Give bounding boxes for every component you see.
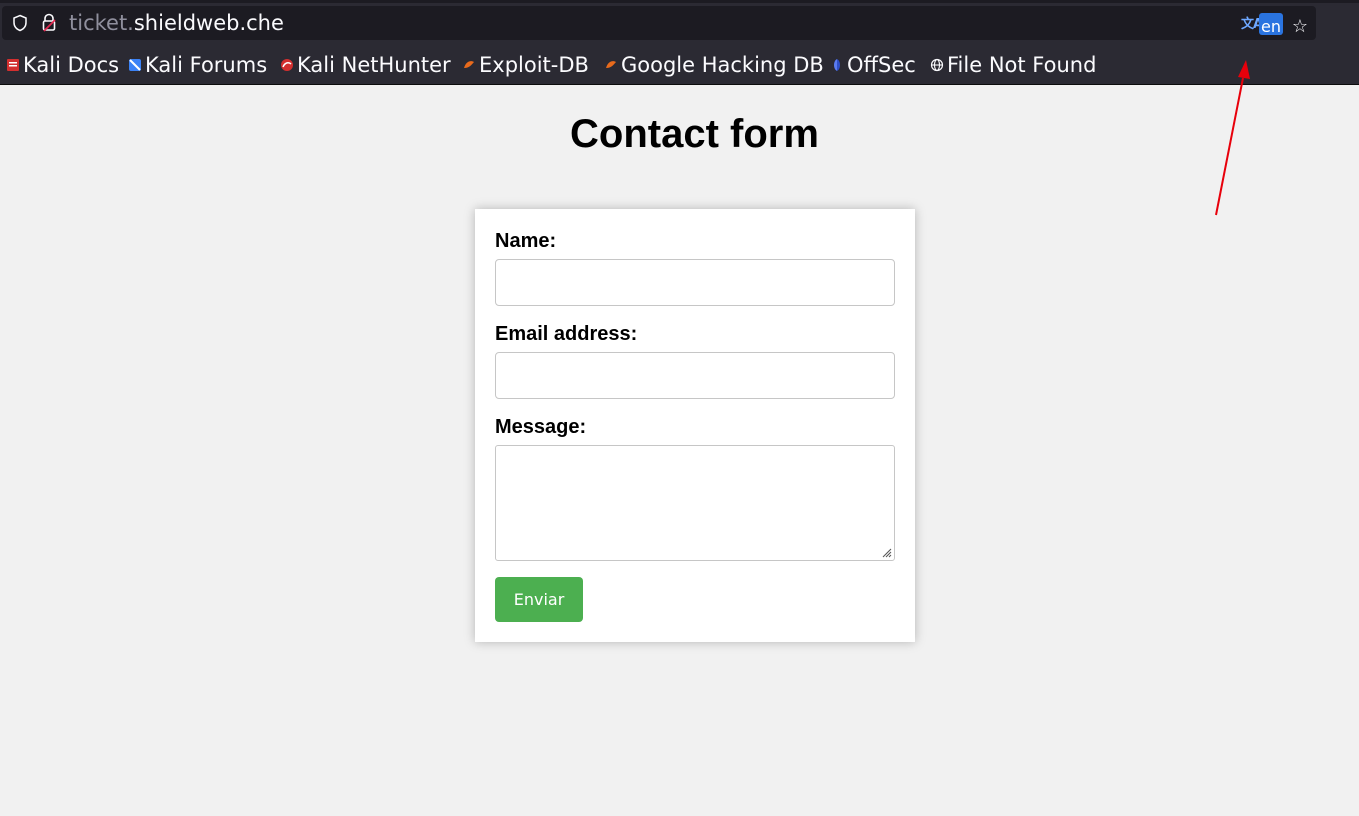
- url-domain: shieldweb.che: [133, 11, 284, 35]
- url-subdomain: ticket.: [69, 11, 134, 35]
- bookmark-file-not-found[interactable]: File Not Found: [930, 51, 1096, 79]
- bookmark-label: Kali Forums: [145, 53, 268, 77]
- translate-page-button[interactable]: 文A en: [1239, 12, 1283, 36]
- bookmark-kali-nethunter[interactable]: Kali NetHunter: [280, 51, 451, 79]
- exploit-db-icon: [464, 61, 474, 68]
- name-input[interactable]: [495, 259, 895, 306]
- tracking-protection-shield-icon[interactable]: [11, 14, 29, 32]
- bookmarks-toolbar: Kali Docs Kali Forums Kali NetHunter Exp…: [0, 47, 1359, 83]
- browser-toolbar: ticket.shieldweb.che 文A en ☆ Kali Docs K…: [0, 0, 1359, 85]
- ghdb-icon: [606, 61, 616, 68]
- message-label: Message:: [495, 416, 587, 438]
- bookmark-label: Exploit-DB: [479, 53, 589, 77]
- bookmark-label: Kali NetHunter: [297, 53, 451, 77]
- address-bar[interactable]: ticket.shieldweb.che 文A en ☆: [2, 6, 1316, 40]
- bookmark-offsec[interactable]: OffSec: [830, 51, 916, 79]
- email-input[interactable]: [495, 352, 895, 399]
- url-text[interactable]: ticket.shieldweb.che: [69, 10, 284, 36]
- globe-icon: [930, 58, 944, 72]
- translate-language-badge: en: [1259, 13, 1283, 36]
- bookmark-star-icon[interactable]: ☆: [1290, 17, 1310, 37]
- bookmark-label: Kali Docs: [23, 53, 120, 77]
- bookmark-label: Google Hacking DB: [621, 53, 824, 77]
- name-label: Name:: [495, 230, 557, 252]
- bookmark-kali-docs[interactable]: Kali Docs: [6, 51, 119, 79]
- kali-docs-icon: [7, 59, 19, 71]
- kali-nethunter-icon: [281, 59, 293, 71]
- offsec-icon: [834, 59, 840, 71]
- resize-grip-icon[interactable]: [882, 548, 892, 558]
- kali-forums-icon: [129, 59, 141, 71]
- toolbar-top-edge: [0, 0, 1359, 3]
- message-textarea[interactable]: [495, 445, 895, 561]
- bookmark-google-hacking-db[interactable]: Google Hacking DB: [604, 51, 824, 79]
- bookmark-label: File Not Found: [947, 53, 1097, 77]
- email-label: Email address:: [495, 323, 638, 345]
- insecure-lock-icon[interactable]: [40, 13, 58, 33]
- contact-form: Name: Email address: Message: Enviar: [475, 209, 915, 642]
- bookmark-kali-forums[interactable]: Kali Forums: [128, 51, 267, 79]
- page-title: Contact form: [570, 112, 819, 156]
- bookmark-label: OffSec: [847, 53, 916, 77]
- bookmark-exploit-db[interactable]: Exploit-DB: [462, 51, 589, 79]
- submit-button[interactable]: Enviar: [495, 577, 583, 622]
